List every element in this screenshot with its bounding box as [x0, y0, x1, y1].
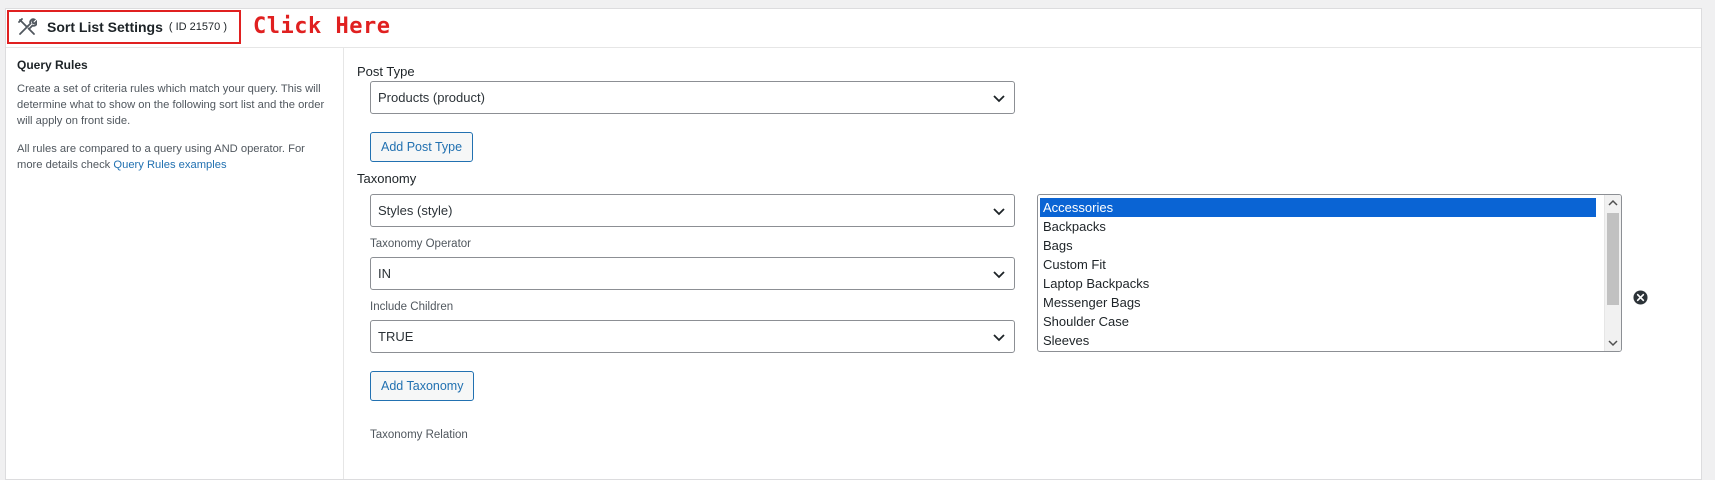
tools-icon — [17, 17, 38, 37]
taxonomy-term-option[interactable]: Messenger Bags — [1040, 293, 1596, 312]
panel-title: Sort List Settings — [47, 19, 163, 35]
taxonomy-select[interactable]: Styles (style) — [370, 194, 1015, 227]
taxonomy-operator-value: IN — [378, 266, 391, 281]
add-taxonomy-button[interactable]: Add Taxonomy — [370, 371, 475, 401]
query-rules-examples-link[interactable]: Query Rules examples — [113, 159, 226, 171]
add-post-type-button[interactable]: Add Post Type — [370, 132, 474, 162]
taxonomy-term-option[interactable]: Sleeves — [1040, 331, 1596, 350]
panel-header: Sort List Settings ( ID 21570 ) Click He… — [6, 9, 1701, 48]
post-type-select[interactable]: Products (product) — [370, 81, 1015, 114]
scrollbar-thumb[interactable] — [1607, 213, 1619, 305]
scroll-down-arrow-icon[interactable] — [1605, 335, 1621, 351]
taxonomy-terms-listbox[interactable]: Accessories Backpacks Bags Custom Fit Laptop… — [1037, 194, 1622, 352]
click-here-annotation: Click Here — [253, 14, 391, 39]
taxonomy-terms-list: Accessories Backpacks Bags Custom Fit Laptop… — [1038, 195, 1596, 350]
panel-header-toggle[interactable]: Sort List Settings ( ID 21570 ) — [7, 10, 241, 44]
panel-id: ( ID 21570 ) — [168, 21, 227, 33]
taxonomy-term-option[interactable]: Backpacks — [1040, 217, 1596, 236]
remove-circle-icon[interactable] — [1633, 290, 1648, 305]
taxonomy-operator-label: Taxonomy Operator — [370, 238, 471, 250]
taxonomy-term-option[interactable]: Custom Fit — [1040, 255, 1596, 274]
query-rules-heading: Query Rules — [17, 58, 88, 72]
scroll-up-arrow-icon[interactable] — [1605, 195, 1621, 211]
chevron-down-icon — [993, 95, 1005, 103]
include-children-value: TRUE — [378, 329, 414, 344]
sort-list-settings-panel: Sort List Settings ( ID 21570 ) Click He… — [5, 8, 1702, 480]
taxonomy-operator-select[interactable]: IN — [370, 257, 1015, 290]
include-children-select[interactable]: TRUE — [370, 320, 1015, 353]
taxonomy-term-option[interactable]: Accessories — [1040, 198, 1596, 217]
post-type-selected-value: Products (product) — [378, 90, 485, 105]
taxonomy-term-option[interactable]: Bags — [1040, 236, 1596, 255]
taxonomy-relation-label: Taxonomy Relation — [370, 429, 468, 441]
post-type-label: Post Type — [357, 64, 415, 79]
chevron-down-icon — [993, 208, 1005, 216]
taxonomy-selected-value: Styles (style) — [378, 203, 453, 218]
include-children-label: Include Children — [370, 301, 454, 313]
chevron-down-icon — [993, 271, 1005, 279]
listbox-scrollbar[interactable] — [1604, 195, 1621, 351]
taxonomy-label: Taxonomy — [357, 171, 417, 186]
query-rules-sidebar: Query Rules Create a set of criteria rul… — [6, 48, 344, 479]
taxonomy-term-option[interactable]: Laptop Backpacks — [1040, 274, 1596, 293]
taxonomy-term-option[interactable]: Shoulder Case — [1040, 312, 1596, 331]
query-rules-note: All rules are compared to a query using … — [17, 141, 333, 173]
chevron-down-icon — [993, 334, 1005, 342]
query-rules-description: Create a set of criteria rules which mat… — [17, 83, 325, 127]
